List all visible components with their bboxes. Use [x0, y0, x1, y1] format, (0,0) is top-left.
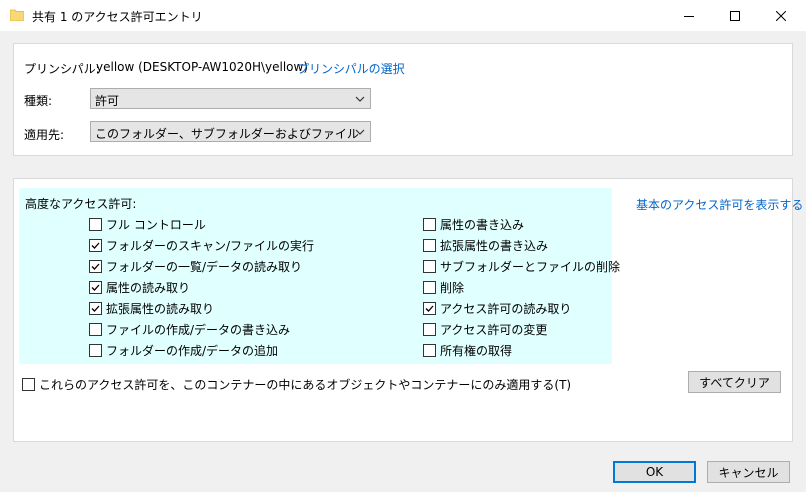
- permission-label: フル コントロール: [106, 217, 206, 232]
- permission-checkbox[interactable]: [423, 322, 436, 336]
- permission-row[interactable]: 属性の書き込み: [423, 216, 524, 232]
- permission-checkbox[interactable]: [423, 259, 436, 273]
- permission-row[interactable]: フル コントロール: [89, 216, 206, 232]
- permission-row[interactable]: 属性の読み取り: [89, 279, 190, 295]
- permission-row[interactable]: フォルダーの作成/データの追加: [89, 342, 278, 358]
- principal-group: プリンシパル: yellow (DESKTOP-AW1020H\yellow) …: [13, 43, 793, 156]
- permission-checkbox[interactable]: [423, 343, 436, 357]
- permission-label: フォルダーのスキャン/ファイルの実行: [106, 238, 315, 253]
- checkmark-icon: [91, 284, 100, 291]
- permission-checkbox[interactable]: [423, 280, 436, 294]
- permission-label: 属性の読み取り: [106, 280, 191, 295]
- permission-checkbox[interactable]: [89, 280, 102, 294]
- show-basic-permissions-link[interactable]: 基本のアクセス許可を表示する: [636, 196, 803, 213]
- permission-label: アクセス許可の読み取り: [440, 301, 572, 316]
- clear-all-button[interactable]: すべてクリア: [688, 371, 781, 393]
- permission-label: 拡張属性の書き込み: [440, 238, 549, 253]
- permission-row[interactable]: ファイルの作成/データの書き込み: [89, 321, 290, 337]
- advanced-permissions-area: 高度なアクセス許可: フル コントロールフォルダーのスキャン/ファイルの実行 フォ…: [19, 188, 620, 364]
- minimize-button[interactable]: [666, 0, 712, 31]
- permission-label: 削除: [440, 280, 465, 295]
- permission-label: 所有権の取得: [440, 343, 513, 358]
- permission-row[interactable]: アクセス許可の読み取り: [423, 300, 571, 316]
- folder-icon: [10, 9, 24, 21]
- applies-to-combobox[interactable]: このフォルダー、サブフォルダーおよびファイル: [90, 121, 371, 142]
- permission-checkbox[interactable]: [423, 217, 436, 231]
- permission-label: 拡張属性の読み取り: [106, 301, 215, 316]
- permission-label: サブフォルダーとファイルの削除: [440, 259, 621, 274]
- ok-button[interactable]: OK: [613, 461, 696, 483]
- applies-to-label: 適用先:: [24, 128, 65, 142]
- permission-checkbox[interactable]: [89, 301, 102, 315]
- only-apply-checkbox-row[interactable]: これらのアクセス許可を、このコンテナーの中にあるオブジェクトやコンテナーにのみ適…: [22, 376, 571, 392]
- permission-row[interactable]: サブフォルダーとファイルの削除: [423, 258, 620, 274]
- principal-value: yellow (DESKTOP-AW1020H\yellow): [96, 60, 309, 74]
- principal-label: プリンシパル:: [24, 62, 100, 76]
- type-label: 種類:: [24, 94, 53, 108]
- permission-checkbox[interactable]: [423, 238, 436, 252]
- permission-checkbox[interactable]: [89, 238, 102, 252]
- permission-label: フォルダーの一覧/データの読み取り: [106, 259, 303, 274]
- maximize-icon: [730, 10, 740, 21]
- permission-checkbox[interactable]: [89, 322, 102, 336]
- close-button[interactable]: [758, 0, 804, 31]
- permission-row[interactable]: アクセス許可の変更: [423, 321, 547, 337]
- permission-row[interactable]: フォルダーのスキャン/ファイルの実行: [89, 237, 314, 253]
- dialog-client-area: プリンシパル: yellow (DESKTOP-AW1020H\yellow) …: [1, 31, 805, 491]
- window-title: 共有 1 のアクセス許可エントリ: [32, 10, 203, 24]
- permission-label: 属性の書き込み: [440, 217, 525, 232]
- permission-checkbox[interactable]: [89, 217, 102, 231]
- chevron-down-icon: [355, 129, 365, 135]
- checkmark-icon: [91, 305, 100, 312]
- dialog-button-bar: OK キャンセル: [1, 457, 805, 491]
- maximize-button[interactable]: [712, 0, 758, 31]
- permission-label: アクセス許可の変更: [440, 322, 548, 337]
- permission-row[interactable]: フォルダーの一覧/データの読み取り: [89, 258, 302, 274]
- cancel-button[interactable]: キャンセル: [707, 461, 790, 483]
- type-combobox[interactable]: 許可: [90, 88, 371, 109]
- permission-label: フォルダーの作成/データの追加: [106, 343, 279, 358]
- type-combobox-value: 許可: [95, 94, 120, 108]
- permission-checkbox[interactable]: [89, 259, 102, 273]
- checkmark-icon: [91, 263, 100, 270]
- chevron-down-icon: [355, 96, 365, 102]
- select-principal-link[interactable]: プリンシパルの選択: [297, 60, 405, 77]
- applies-to-combobox-value: このフォルダー、サブフォルダーおよびファイル: [95, 127, 359, 141]
- permission-row[interactable]: 所有権の取得: [423, 342, 512, 358]
- checkmark-icon: [425, 305, 434, 312]
- close-icon: [776, 10, 786, 21]
- permission-label: ファイルの作成/データの書き込み: [106, 322, 291, 337]
- only-apply-checkbox[interactable]: [22, 377, 35, 391]
- only-apply-label: これらのアクセス許可を、このコンテナーの中にあるオブジェクトやコンテナーにのみ適…: [39, 377, 572, 392]
- minimize-icon: [684, 15, 694, 17]
- permission-row[interactable]: 削除: [423, 279, 464, 295]
- checkmark-icon: [91, 242, 100, 249]
- permission-checkbox[interactable]: [423, 301, 436, 315]
- permission-row[interactable]: 拡張属性の読み取り: [89, 300, 214, 316]
- title-bar: 共有 1 のアクセス許可エントリ: [0, 0, 806, 31]
- permission-row[interactable]: 拡張属性の書き込み: [423, 237, 548, 253]
- permission-checkbox[interactable]: [89, 343, 102, 357]
- advanced-permissions-heading: 高度なアクセス許可:: [25, 197, 137, 211]
